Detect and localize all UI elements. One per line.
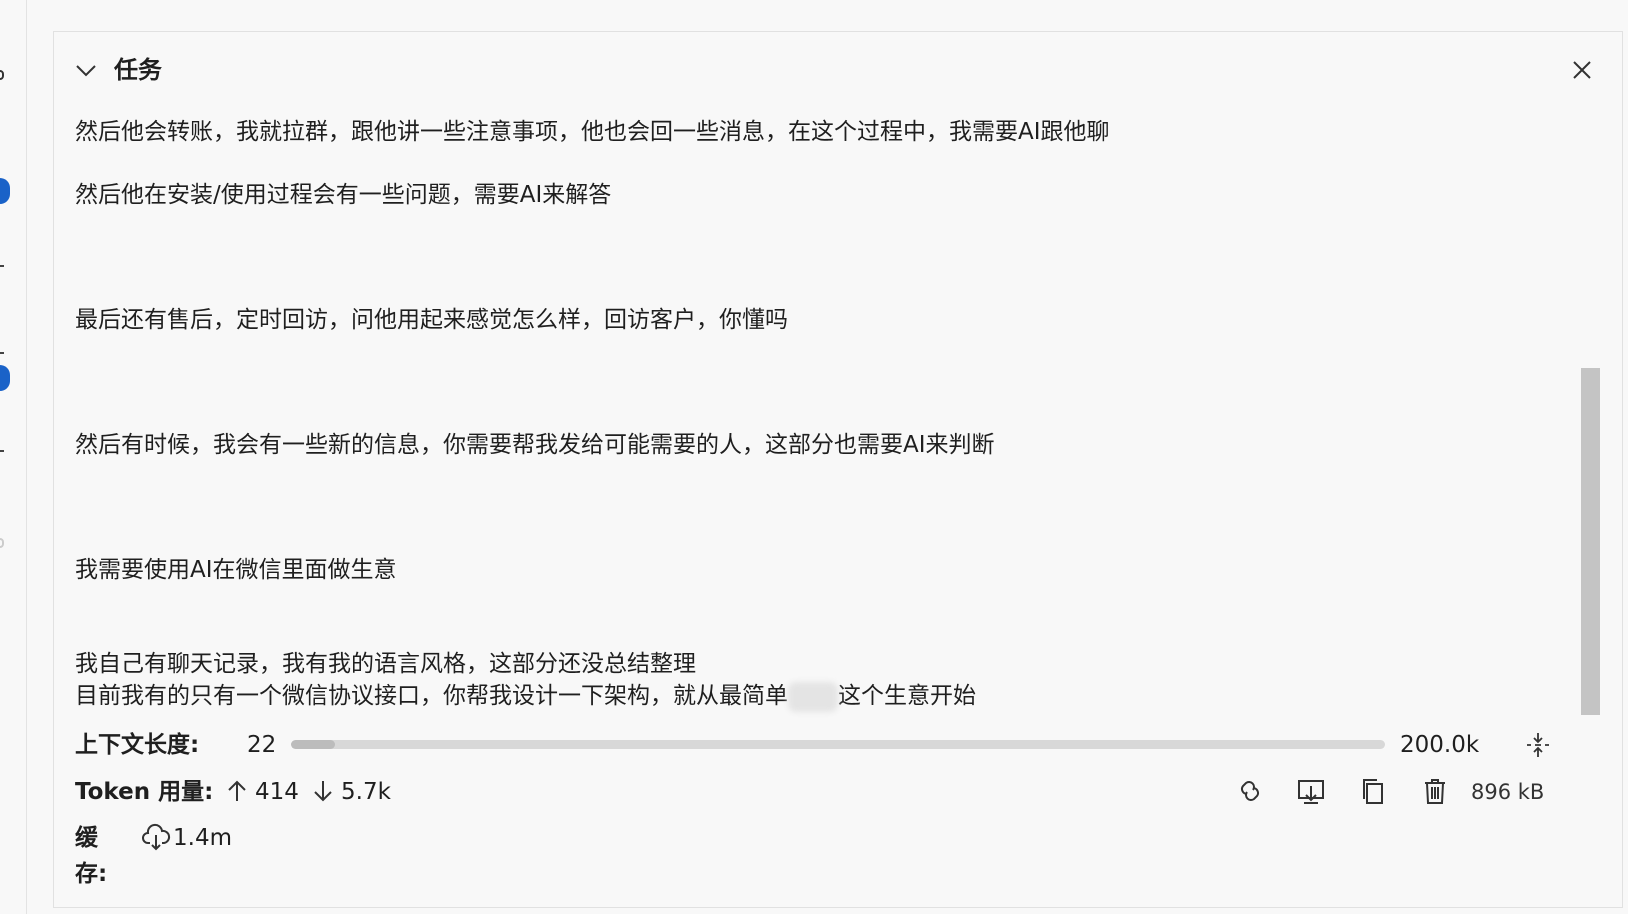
notification-badge <box>0 178 10 204</box>
chevron-down-icon[interactable] <box>74 58 98 82</box>
context-progress-bar <box>291 740 1385 749</box>
task-line: 然后他会转账，我就拉群，跟他讲一些注意事项，他也会回一些消息，在这个过程中，我需… <box>75 119 1110 145</box>
task-line: 我需要使用AI在微信里面做生意 <box>75 557 397 583</box>
task-panel-header[interactable]: 任务 <box>54 32 1622 108</box>
export-icon[interactable] <box>1296 776 1326 806</box>
token-usage-label: Token 用量: <box>75 779 214 805</box>
arrow-down-icon <box>314 781 332 802</box>
context-length-max: 200.0k <box>1400 732 1480 758</box>
cache-value: 1.4m <box>173 825 232 851</box>
task-line-with-redaction: 目前我有的只有一个微信协议接口，你帮我设计一下架构，就从最简单 这个生意开始 <box>75 680 976 712</box>
token-output-value: 5.7k <box>341 779 391 805</box>
task-line-part: 这个生意开始 <box>838 683 976 709</box>
token-input: 414 <box>225 774 299 810</box>
token-output: 5.7k <box>311 774 391 810</box>
token-usage-row: Token 用量: 414 5.7k 896 kB <box>75 774 1565 810</box>
condense-icon[interactable] <box>1524 731 1552 759</box>
context-length-row: 上下文长度: 22 200.0k <box>75 727 1565 763</box>
scrollbar-thumb[interactable] <box>1581 368 1600 715</box>
strip-icon-fragment <box>0 352 4 354</box>
strip-icon-fragment <box>0 70 4 80</box>
link-icon[interactable] <box>1235 776 1265 806</box>
task-description: 然后他会转账，我就拉群，跟他讲一些注意事项，他也会回一些消息，在这个过程中，我需… <box>75 116 1505 753</box>
task-line-part: 目前我有的只有一个微信协议接口，你帮我设计一下架构，就从最简单 <box>75 683 788 709</box>
task-size: 896 kB <box>1471 780 1545 804</box>
strip-icon-fragment <box>0 450 4 452</box>
notification-badge <box>0 365 10 391</box>
context-length-label: 上下文长度: <box>75 732 200 758</box>
copy-icon[interactable] <box>1358 776 1388 806</box>
task-panel: 任务 然后他会转账，我就拉群，跟他讲一些注意事项，他也会回一些消息，在这个过程中… <box>53 31 1623 908</box>
arrow-up-icon <box>228 780 246 801</box>
context-progress-fill <box>291 740 335 749</box>
cloud-download-icon <box>142 823 171 851</box>
task-line: 最后还有售后，定时回访，问他用起来感觉怎么样，回访客户，你懂吗 <box>75 307 788 333</box>
task-line: 然后他在安装/使用过程会有一些问题，需要AI来解答 <box>75 182 612 208</box>
panel-title: 任务 <box>114 56 162 84</box>
cache-label: 缓存: <box>75 825 108 887</box>
strip-icon-fragment <box>0 538 4 548</box>
close-icon[interactable] <box>1570 58 1594 82</box>
activity-bar-strip <box>0 0 27 914</box>
task-line: 我自己有聊天记录，我有我的语言风格，这部分还没总结整理 <box>75 651 696 677</box>
task-line: 然后有时候，我会有一些新的信息，你需要帮我发给可能需要的人，这部分也需要AI来判… <box>75 432 995 458</box>
context-length-current: 22 <box>247 732 277 758</box>
trash-icon[interactable] <box>1420 776 1450 806</box>
cache-value-group: 1.4m <box>141 820 232 856</box>
token-input-value: 414 <box>255 779 299 805</box>
strip-icon-fragment <box>0 265 4 267</box>
redacted-region <box>788 681 838 712</box>
